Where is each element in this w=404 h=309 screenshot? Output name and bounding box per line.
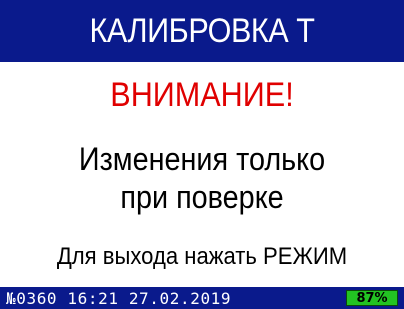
device-number: №0360	[6, 288, 58, 308]
message-line-2: при поверке	[120, 179, 284, 215]
clock-time: 16:21	[67, 288, 119, 308]
exit-hint: Для выхода нажать РЕЖИМ	[56, 243, 348, 270]
title-bar: КАЛИБРОВКА Т	[0, 0, 404, 62]
device-screen: КАЛИБРОВКА Т ВНИМАНИЕ! Изменения только …	[0, 0, 404, 309]
battery-indicator: 87%	[346, 290, 398, 306]
date: 27.02.2019	[128, 288, 232, 308]
status-info: №0360 16:21 27.02.2019	[6, 289, 231, 308]
warning-label: ВНИМАНИЕ!	[110, 76, 294, 114]
message-line-1: Изменения только	[78, 141, 326, 177]
calibration-message: Изменения только при поверке	[20, 140, 384, 216]
battery-percent: 87%	[356, 290, 388, 306]
screen-title: КАЛИБРОВКА Т	[89, 11, 315, 50]
status-bar: №0360 16:21 27.02.2019 87%	[0, 287, 404, 309]
